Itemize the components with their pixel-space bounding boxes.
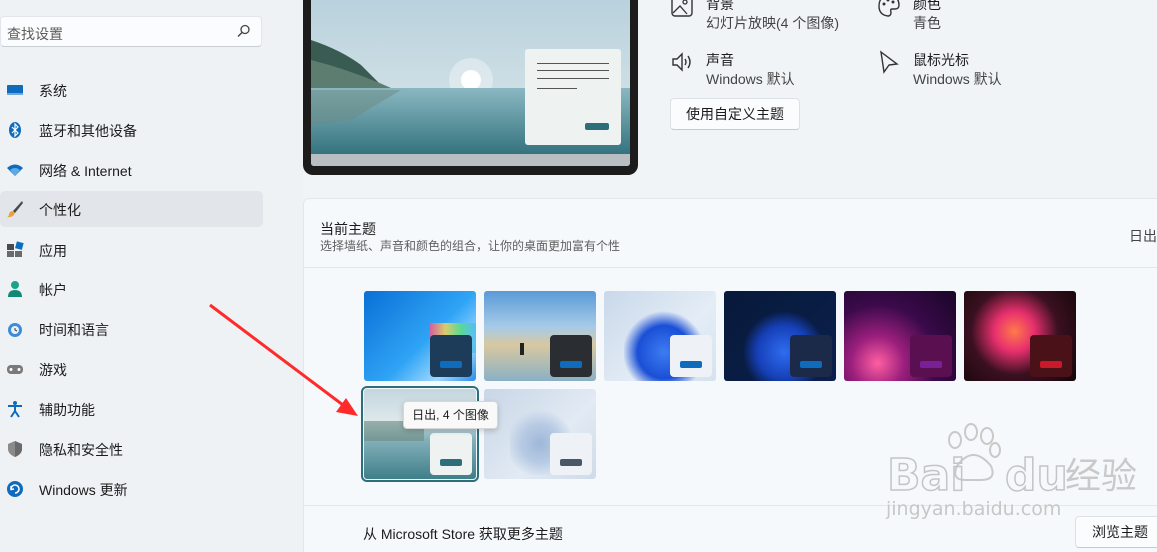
current-theme-name[interactable]: 日出 [1129, 226, 1157, 246]
sidebar-item-label: 网络 & Internet [39, 163, 132, 179]
sidebar-item-network[interactable]: 网络 & Internet [0, 152, 263, 188]
search-icon[interactable] [237, 24, 251, 38]
theme-tile-windows-bloom-light[interactable] [604, 291, 716, 381]
background-value: 幻灯片放映(4 个图像) [706, 15, 839, 31]
theme-tile-windows-bloom-dark[interactable] [724, 291, 836, 381]
sidebar: 查找设置 系统 蓝牙和其他设备 网络 & Internet 个性化 应用 帐户 … [0, 0, 303, 552]
update-icon [7, 481, 23, 497]
bluetooth-icon [9, 122, 21, 138]
accessibility-icon [8, 401, 22, 418]
gamepad-icon [7, 365, 23, 374]
speaker-icon [672, 52, 691, 72]
sidebar-item-label: 系统 [39, 83, 67, 99]
apps-icon [7, 241, 24, 257]
sidebar-item-gaming[interactable]: 游戏 [0, 351, 263, 387]
color-value: 青色 [913, 15, 941, 31]
sidebar-item-label: 游戏 [39, 362, 67, 378]
sidebar-item-label: Windows 更新 [39, 482, 128, 498]
color-title: 颜色 [913, 0, 941, 12]
cursor-value: Windows 默认 [913, 71, 1002, 87]
theme-tile-flow[interactable] [964, 291, 1076, 381]
image-icon [671, 0, 693, 17]
theme-preview [303, 0, 638, 175]
sidebar-item-label: 蓝牙和其他设备 [39, 123, 137, 139]
account-icon [8, 281, 22, 297]
sidebar-item-bluetooth[interactable]: 蓝牙和其他设备 [0, 112, 263, 148]
cursor-title: 鼠标光标 [913, 52, 969, 68]
theme-tooltip: 日出, 4 个图像 [403, 401, 498, 429]
theme-tile-windows-light[interactable] [364, 291, 476, 381]
svg-text:Bai: Bai [887, 450, 965, 501]
wifi-icon [7, 164, 23, 176]
sidebar-item-privacy[interactable]: 隐私和安全性 [0, 431, 263, 467]
clock-globe-icon [8, 323, 22, 337]
brush-icon [7, 201, 23, 218]
current-theme-subtitle: 选择墙纸、声音和颜色的组合，让你的桌面更加富有个性 [320, 239, 621, 253]
sound-title: 声音 [706, 52, 734, 68]
sidebar-item-personalization[interactable]: 个性化 [0, 191, 263, 227]
divider [304, 267, 1157, 268]
preview-wallpaper [311, 0, 630, 166]
search-box[interactable]: 查找设置 [0, 16, 262, 47]
search-input[interactable]: 查找设置 [7, 24, 63, 44]
sidebar-item-label: 辅助功能 [39, 402, 95, 418]
sidebar-item-windows-update[interactable]: Windows 更新 [0, 471, 263, 507]
svg-text:经验: 经验 [1065, 456, 1137, 497]
cursor-icon [880, 50, 899, 74]
sidebar-item-label: 时间和语言 [39, 322, 109, 338]
sidebar-item-accessibility[interactable]: 辅助功能 [0, 391, 263, 427]
store-more-themes-text: 从 Microsoft Store 获取更多主题 [363, 526, 563, 542]
sidebar-item-label: 帐户 [39, 282, 67, 298]
current-theme-title: 当前主题 [320, 221, 376, 237]
preview-window [525, 49, 621, 145]
theme-tile-glow[interactable] [844, 291, 956, 381]
sidebar-item-apps[interactable]: 应用 [0, 232, 263, 268]
shield-icon [8, 441, 22, 457]
watermark-url: jingyan.baidu.com [886, 498, 1062, 520]
sidebar-item-label: 个性化 [39, 202, 81, 218]
sidebar-item-system[interactable]: 系统 [0, 72, 263, 108]
use-custom-theme-button[interactable]: 使用自定义主题 [670, 98, 800, 130]
theme-tile-captured-motion[interactable] [484, 291, 596, 381]
sidebar-item-time-language[interactable]: 时间和语言 [0, 311, 263, 347]
background-title: 背景 [706, 0, 734, 12]
sidebar-item-label: 隐私和安全性 [39, 442, 123, 458]
display-icon [7, 85, 23, 95]
palette-icon [878, 0, 900, 17]
sidebar-item-label: 应用 [39, 243, 67, 259]
svg-text:du: du [1005, 450, 1068, 501]
theme-tile-windows-light-bloom[interactable] [484, 389, 596, 479]
sidebar-item-accounts[interactable]: 帐户 [0, 271, 263, 307]
sound-value: Windows 默认 [706, 71, 795, 87]
